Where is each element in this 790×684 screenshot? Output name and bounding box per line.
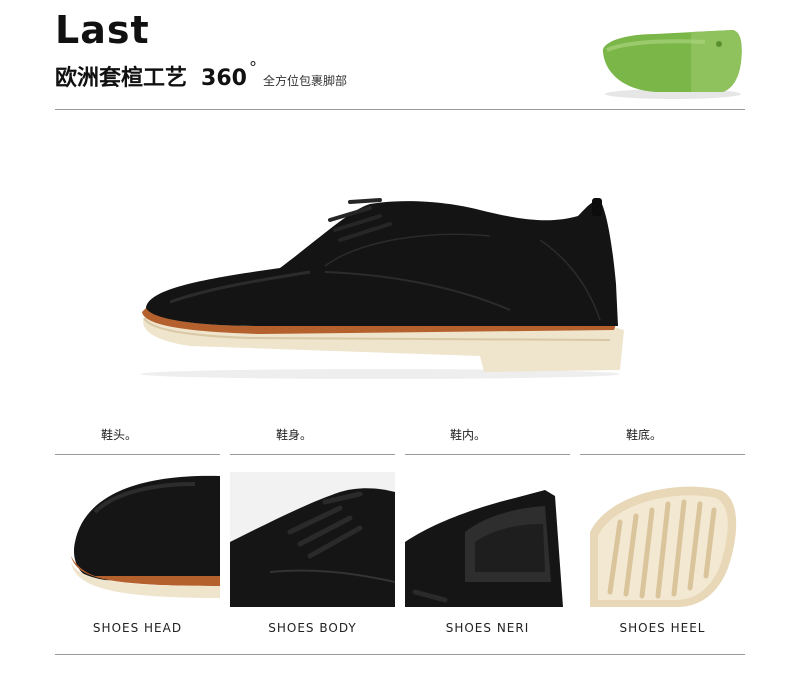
section-label-inner-cn: 鞋内。 [450, 428, 487, 442]
section-label-head-cn: 鞋头。 [101, 428, 138, 442]
section-label-sole-cn: 鞋底。 [626, 428, 663, 442]
shoe-inner-image [405, 472, 570, 607]
subtitle-360: 360 [201, 66, 247, 91]
section-label-body-en: SHOES BODY [268, 621, 357, 635]
section-divider-head [55, 454, 220, 455]
section-label-inner-en: SHOES NERI [445, 621, 530, 635]
footer-divider [55, 654, 745, 655]
page-title: Last [55, 8, 150, 52]
subtitle-small: 全方位包裹脚部 [262, 74, 347, 88]
subtitle: 欧洲套楦工艺 360 ° 全方位包裹脚部 [55, 58, 347, 92]
degree-mark: ° [248, 58, 257, 77]
shoe-sole-image [580, 472, 745, 607]
shoe-head-image [55, 472, 220, 607]
section-divider-body [230, 454, 395, 455]
header-divider [55, 109, 745, 110]
shoe-body-image [230, 472, 395, 607]
section-label-body-cn: 鞋身。 [276, 428, 313, 442]
section-divider-inner [405, 454, 570, 455]
shoe-main-image [140, 198, 624, 379]
section-label-head-en: SHOES HEAD [92, 621, 183, 635]
subtitle-cn: 欧洲套楦工艺 [55, 66, 188, 91]
shoe-last-icon [602, 30, 742, 99]
section-label-sole-en: SHOES HEEL [619, 621, 706, 635]
section-divider-sole [580, 454, 745, 455]
